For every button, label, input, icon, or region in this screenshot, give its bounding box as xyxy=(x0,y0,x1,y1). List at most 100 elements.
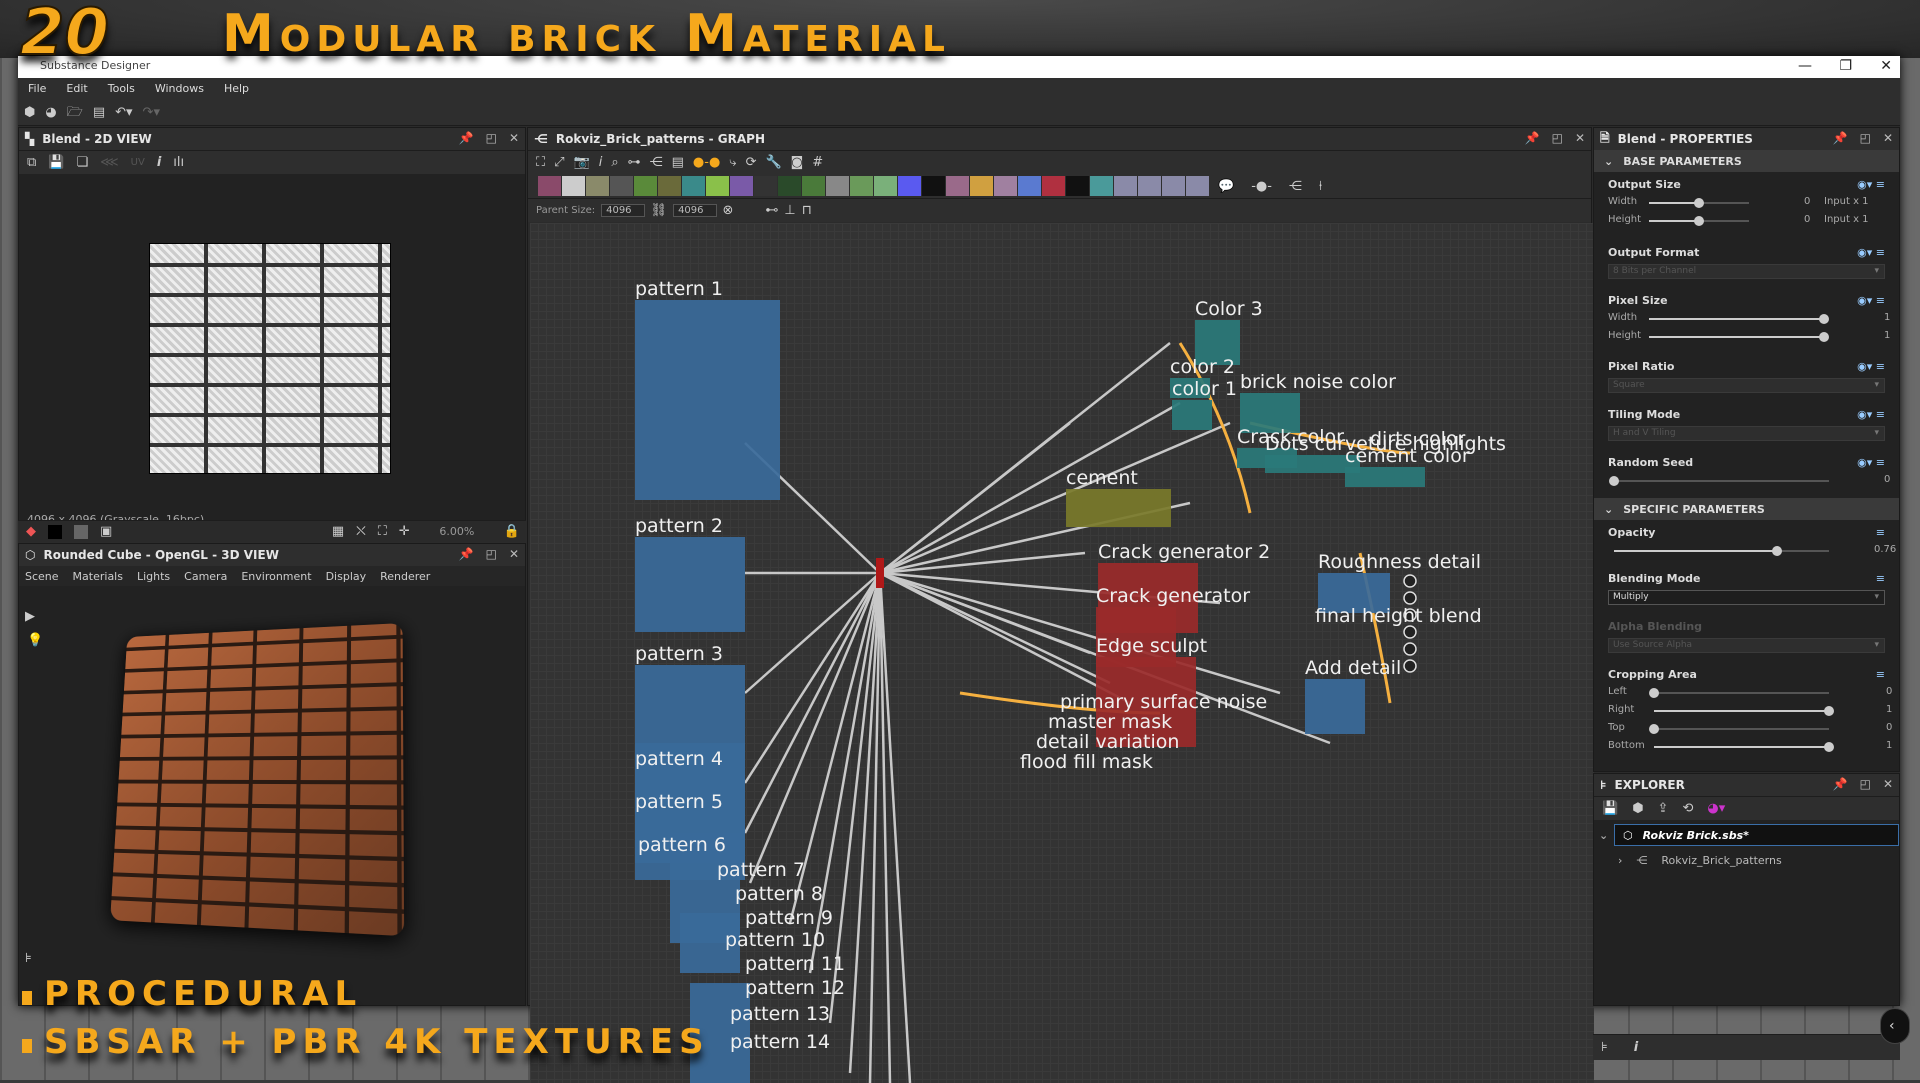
pin-icon[interactable]: 📌 xyxy=(459,131,474,145)
node-library-item[interactable] xyxy=(1066,176,1089,196)
new-graph-icon[interactable]: ◕ xyxy=(45,106,56,119)
graph-frame[interactable] xyxy=(1172,400,1212,430)
cropping-left-value[interactable]: 0 xyxy=(1886,686,1892,697)
menu-display[interactable]: Display xyxy=(326,570,367,583)
grid-icon[interactable]: ▦ xyxy=(332,525,344,538)
preview-icon[interactable]: ◙ xyxy=(791,156,804,169)
float-icon[interactable]: ◰ xyxy=(486,131,497,145)
node-library-item[interactable] xyxy=(1138,176,1161,196)
cropping-bottom-slider-knob[interactable] xyxy=(1824,742,1834,752)
menu-renderer[interactable]: Renderer xyxy=(380,570,430,583)
tiling-icon[interactable]: ⛌ xyxy=(356,525,366,538)
node-library-item[interactable] xyxy=(850,176,873,196)
save-icon[interactable]: 💾 xyxy=(48,156,64,169)
info-icon[interactable]: i xyxy=(599,156,603,169)
pixel-size-width-slider-knob[interactable] xyxy=(1819,314,1829,324)
random-seed-options-icon[interactable]: ◉▾ ≡ xyxy=(1857,456,1885,469)
output-node[interactable] xyxy=(1404,660,1416,672)
close-icon[interactable]: ✕ xyxy=(509,547,519,561)
blend-node[interactable] xyxy=(876,558,884,588)
graph-frame[interactable] xyxy=(1066,489,1171,527)
node-library-item[interactable] xyxy=(1162,176,1185,196)
pin-icon[interactable]: ⍿ xyxy=(1319,180,1322,193)
pin-node-icon[interactable]: -●- xyxy=(1251,180,1272,193)
size-width-dropdown[interactable]: 4096 xyxy=(601,204,644,217)
graph-canvas[interactable]: pattern 1pattern 2pattern 3pattern 4patt… xyxy=(530,223,1594,1083)
collapse-panel-button[interactable]: ‹ xyxy=(1880,1008,1910,1044)
output-format-options-icon[interactable]: ◉▾ ≡ xyxy=(1857,246,1885,259)
lock-icon[interactable]: 🔒 xyxy=(504,525,520,538)
camera-icon[interactable]: ▶ xyxy=(25,610,35,623)
node-library-item[interactable] xyxy=(1114,176,1137,196)
close-icon[interactable]: ✕ xyxy=(509,131,519,145)
histogram-icon[interactable]: ılı xyxy=(173,156,184,169)
menu-edit[interactable]: Edit xyxy=(56,78,97,100)
pixel-size-height-slider[interactable] xyxy=(1649,336,1824,338)
grid-snap-icon[interactable]: # xyxy=(812,156,823,169)
menu-materials[interactable]: Materials xyxy=(73,570,123,583)
node-library-item[interactable] xyxy=(1018,176,1041,196)
chevron-right-icon[interactable]: › xyxy=(1618,854,1622,867)
menu-lights[interactable]: Lights xyxy=(137,570,170,583)
float-icon[interactable]: ◰ xyxy=(1552,131,1563,145)
explorer-package-row[interactable]: ⌄ ⬡ Rokviz Brick.sbs* xyxy=(1614,824,1899,846)
zoom-1-1-icon[interactable]: ⤢ xyxy=(554,156,564,169)
output-size-options-icon[interactable]: ◉▾ ≡ xyxy=(1857,178,1885,191)
tile-swatch[interactable] xyxy=(74,525,88,539)
random-seed-value[interactable]: 0 xyxy=(1884,474,1890,485)
node-library-item[interactable] xyxy=(1090,176,1113,196)
chevron-down-icon[interactable]: ⌄ xyxy=(1599,829,1608,842)
comment-icon[interactable]: 💬 xyxy=(1218,180,1234,193)
graph-frame[interactable] xyxy=(635,300,780,500)
align-horizontal-icon[interactable]: ⊷ xyxy=(765,204,778,217)
link-icon[interactable]: ⊶ xyxy=(628,156,641,169)
blending-mode-options-icon[interactable]: ≡ xyxy=(1876,572,1885,585)
publish-icon[interactable]: ⇪ xyxy=(1658,802,1669,815)
close-button[interactable]: ✕ xyxy=(1880,58,1892,74)
node-library-item[interactable] xyxy=(658,176,681,196)
copy-icon[interactable]: ❏ xyxy=(76,156,88,169)
light-icon[interactable]: 💡 xyxy=(27,634,43,647)
cropping-bottom-value[interactable]: 1 xyxy=(1886,740,1892,751)
specific-parameters-section[interactable]: ⌄SPECIFIC PARAMETERS xyxy=(1594,498,1899,520)
cooking-icon[interactable]: ⟳ xyxy=(746,156,757,169)
fit-icon[interactable]: ⛶ xyxy=(378,525,387,538)
node-library-item[interactable] xyxy=(898,176,921,196)
zoom-value[interactable]: 6.00% xyxy=(422,525,492,538)
output-size-width-slider[interactable] xyxy=(1649,202,1749,204)
menu-environment[interactable]: Environment xyxy=(241,570,311,583)
float-icon[interactable]: ◰ xyxy=(1860,777,1871,791)
cropping-right-slider-knob[interactable] xyxy=(1824,706,1834,716)
save-all-icon[interactable]: ▤ xyxy=(93,106,105,119)
reload-icon[interactable]: ⟲ xyxy=(1682,802,1693,815)
link-size-icon[interactable]: ⛓ xyxy=(651,204,668,217)
output-size-width-slider-knob[interactable] xyxy=(1694,198,1704,208)
node-library-item[interactable] xyxy=(562,176,585,196)
distribute-icon[interactable]: ⊓ xyxy=(802,204,812,217)
float-icon[interactable]: ◰ xyxy=(1860,131,1871,145)
cropping-area-options-icon[interactable]: ≡ xyxy=(1876,668,1885,681)
output-node[interactable] xyxy=(1404,592,1416,604)
node-library-item[interactable] xyxy=(586,176,609,196)
cropping-top-value[interactable]: 0 xyxy=(1886,722,1892,733)
node-library-item[interactable] xyxy=(754,176,777,196)
pin-icon[interactable]: 📌 xyxy=(1833,131,1848,145)
pixel-ratio-options-icon[interactable]: ◉▾ ≡ xyxy=(1857,360,1885,373)
output-size-width-value[interactable]: 0 xyxy=(1804,196,1810,207)
pixel-ratio-dropdown[interactable]: Square xyxy=(1608,378,1885,393)
cropping-bottom-slider[interactable] xyxy=(1654,746,1829,748)
node-library-item[interactable] xyxy=(1186,176,1209,196)
graph-output-icon[interactable]: ⋲ xyxy=(1289,180,1302,193)
cropping-right-value[interactable]: 1 xyxy=(1886,704,1892,715)
cropping-right-slider[interactable] xyxy=(1654,710,1829,712)
tiling-mode-dropdown[interactable]: H and V Tiling xyxy=(1608,426,1885,441)
screenshot-icon[interactable]: 📷 xyxy=(574,156,590,169)
new-substance-icon[interactable]: ⬢ xyxy=(1632,802,1643,815)
output-size-height-slider[interactable] xyxy=(1649,220,1749,222)
frame-all-icon[interactable]: ⛶ xyxy=(536,156,545,169)
info-icon[interactable]: i xyxy=(1634,1041,1638,1054)
node-library-item[interactable] xyxy=(730,176,753,196)
reset-size-icon[interactable]: ⊗ xyxy=(723,204,734,217)
output-format-dropdown[interactable]: 8 Bits per Channel xyxy=(1608,264,1885,279)
node-library-item[interactable] xyxy=(922,176,945,196)
